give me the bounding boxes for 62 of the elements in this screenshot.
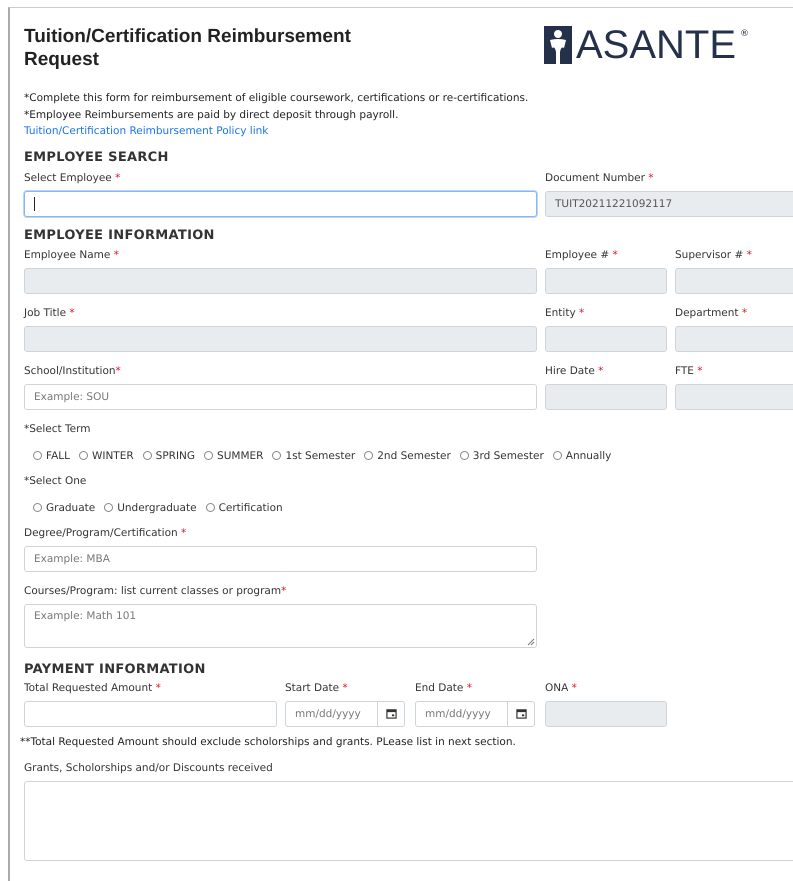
radio-icon[interactable] <box>78 451 88 460</box>
field-label: Entity * <box>545 306 584 320</box>
field-label: End Date * <box>415 680 472 694</box>
input-field[interactable] <box>24 700 277 726</box>
resize-grip-icon[interactable] <box>527 638 535 646</box>
policy-link[interactable]: Tuition/Certification Reimbursement Policy link <box>24 123 268 140</box>
form-title: Tuition/Certification Reimbursement Request <box>24 25 352 71</box>
radio-icon[interactable] <box>364 451 374 460</box>
radio-icon[interactable] <box>104 503 114 512</box>
input-field[interactable] <box>24 190 537 216</box>
logo: ASANTE$^{®}$ <box>544 25 750 65</box>
radio-icon[interactable] <box>142 451 152 460</box>
field-label: Grants, Scholorships and/or Discounts received <box>24 760 273 774</box>
radio-icon[interactable] <box>552 451 562 460</box>
radio-option[interactable]: 2nd Semester <box>364 450 451 462</box>
radio-option[interactable]: FALL <box>33 450 70 462</box>
radio-option[interactable]: Certification <box>206 502 283 514</box>
text-area[interactable]: Example: Math 101 <box>24 604 537 648</box>
field-label: School/Institution* <box>24 364 121 378</box>
section-heading: EMPLOYEE SEARCH <box>24 150 170 166</box>
field-label: *Select Term <box>24 422 90 436</box>
field-label: Total Requested Amount * <box>24 680 161 694</box>
input-field[interactable]: Example: MBA <box>24 546 537 572</box>
radio-icon[interactable] <box>206 503 215 512</box>
field-label: Job Title * <box>24 306 75 320</box>
radio-option[interactable]: SUMMER <box>204 450 264 462</box>
field-label: Courses/Program: list current classes or program* <box>24 584 286 598</box>
radio-icon[interactable] <box>33 451 42 460</box>
calendar-icon <box>386 708 396 719</box>
radio-icon[interactable] <box>204 451 214 460</box>
field-label: Degree/Program/Certification * <box>24 526 186 540</box>
field-label: *Select One <box>24 474 86 488</box>
date-field[interactable]: mm/dd/yyyy <box>285 700 405 726</box>
radio-option[interactable]: 3rd Semester <box>460 450 544 462</box>
field-label: Document Number * <box>545 170 654 184</box>
radio-option[interactable]: WINTER <box>78 450 134 462</box>
date-field[interactable]: mm/dd/yyyy <box>415 700 535 726</box>
field-label: Select Employee * <box>24 170 120 184</box>
field-label: ONA * <box>545 680 577 694</box>
intro-text: *Complete this form for reimbursement of eligible coursework, certifications or re-certifications. <box>24 91 530 106</box>
field-label: FTE * <box>675 364 702 378</box>
field-label: Start Date * <box>285 680 348 694</box>
field-label: Department * <box>675 306 748 320</box>
section-heading: PAYMENT INFORMATION <box>24 662 207 678</box>
note-text: **Total Requested Amount should exclude scholorships and grants. PLease list in next section. <box>20 734 517 748</box>
radio-option[interactable]: 1st Semester <box>272 450 356 462</box>
figure-logo-icon <box>544 26 572 64</box>
field-label: Supervisor # * <box>675 248 752 262</box>
calendar-icon <box>516 708 526 719</box>
radio-icon[interactable] <box>272 451 282 460</box>
radio-option[interactable]: Annually <box>552 450 612 462</box>
input-field[interactable]: Example: SOU <box>24 384 537 410</box>
intro-text: *Employee Reimbursements are paid by direct deposit through payroll. <box>24 108 400 122</box>
radio-option[interactable]: Graduate <box>33 502 96 514</box>
field-label: Employee Name * <box>24 248 119 262</box>
field-label: Employee # * <box>545 248 618 262</box>
radio-option[interactable]: Undergraduate <box>104 502 197 514</box>
radio-icon[interactable] <box>460 451 469 460</box>
radio-icon[interactable] <box>33 503 42 512</box>
radio-option[interactable]: SPRING <box>142 450 196 462</box>
section-heading: EMPLOYEE INFORMATION <box>24 228 216 244</box>
field-label: Hire Date * <box>545 364 604 378</box>
